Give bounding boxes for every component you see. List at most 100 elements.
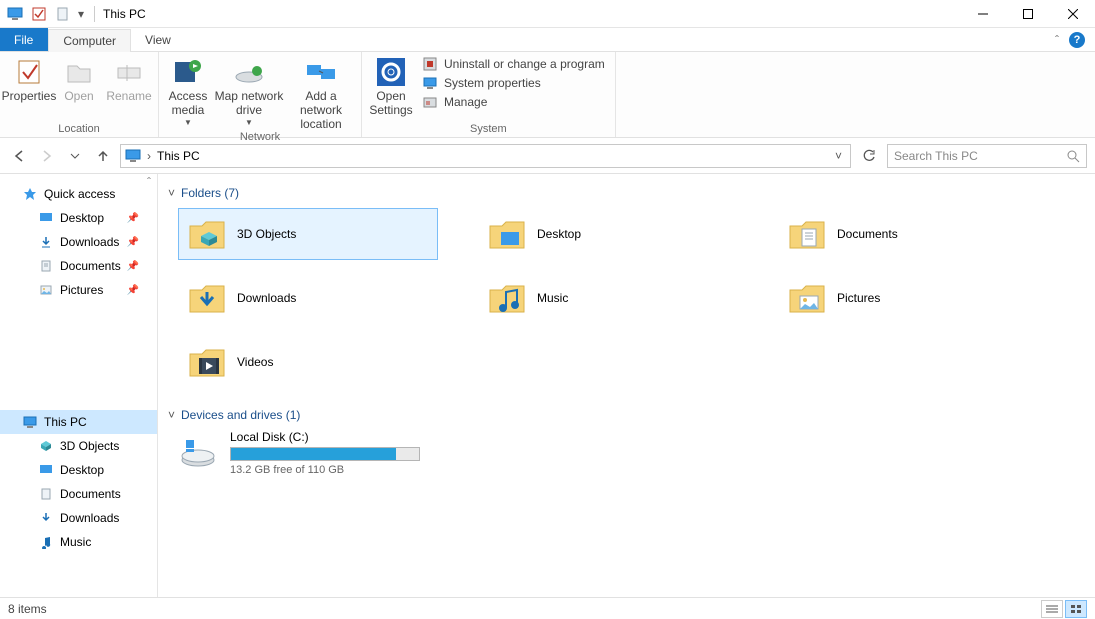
- pin-icon: 📌: [127, 285, 139, 296]
- pin-icon: 📌: [127, 213, 139, 224]
- help-icon[interactable]: ?: [1069, 32, 1085, 48]
- folder-cube-icon: [187, 214, 227, 254]
- chevron-down-icon: ˅: [168, 408, 175, 422]
- address-bar[interactable]: › This PC ˅: [120, 144, 851, 168]
- sidebar-item-3d-objects[interactable]: 3D Objects: [0, 434, 157, 458]
- uninstall-button[interactable]: Uninstall or change a program: [422, 56, 605, 72]
- ribbon-group-network: Access media▼ Map network drive▼ Add a n…: [159, 52, 362, 137]
- breadcrumb-separator[interactable]: ›: [147, 149, 151, 163]
- search-box[interactable]: [887, 144, 1087, 168]
- documents-icon: [38, 486, 54, 502]
- view-details-button[interactable]: [1041, 600, 1063, 618]
- pc-icon: [6, 5, 24, 23]
- media-icon: [172, 56, 204, 88]
- downloads-icon: [38, 510, 54, 526]
- open-settings-button[interactable]: Open Settings: [366, 54, 416, 118]
- group-header-folders[interactable]: ˅ Folders (7): [168, 186, 1085, 200]
- address-dropdown-icon[interactable]: ˅: [831, 149, 846, 163]
- folder-documents-icon: [787, 214, 827, 254]
- drive-icon: [178, 430, 218, 470]
- desktop-icon: [38, 210, 54, 226]
- navigation-row: › This PC ˅: [0, 138, 1095, 174]
- pc-icon: [22, 414, 38, 430]
- tab-file[interactable]: File: [0, 28, 48, 51]
- up-button[interactable]: [92, 145, 114, 167]
- sidebar-this-pc[interactable]: This PC: [0, 410, 157, 434]
- folder-pictures[interactable]: Pictures: [778, 272, 1038, 324]
- folder-3d-objects[interactable]: 3D Objects: [178, 208, 438, 260]
- ribbon-group-location: Properties Open Rename Location: [0, 52, 159, 137]
- access-media-button[interactable]: Access media▼: [163, 54, 213, 127]
- rename-button: Rename: [104, 54, 154, 104]
- sidebar-item-pictures[interactable]: Pictures📌: [0, 278, 157, 302]
- tab-computer[interactable]: Computer: [48, 29, 131, 52]
- music-icon: [38, 534, 54, 550]
- chevron-down-icon: ˅: [168, 186, 175, 200]
- pictures-icon: [38, 282, 54, 298]
- qat-new-icon[interactable]: [54, 5, 72, 23]
- map-drive-button[interactable]: Map network drive▼: [213, 54, 285, 127]
- map-drive-icon: [233, 56, 265, 88]
- sidebar-item-documents-pc[interactable]: Documents: [0, 482, 157, 506]
- desktop-icon: [38, 462, 54, 478]
- view-icons-button[interactable]: [1065, 600, 1087, 618]
- folder-desktop[interactable]: Desktop: [478, 208, 738, 260]
- manage-button[interactable]: Manage: [422, 94, 605, 110]
- ribbon-group-system: Open Settings Uninstall or change a prog…: [362, 52, 616, 137]
- tab-view[interactable]: View: [131, 28, 186, 51]
- sidebar-item-desktop-pc[interactable]: Desktop: [0, 458, 157, 482]
- open-icon: [63, 56, 95, 88]
- title-separator: [94, 6, 95, 22]
- properties-icon: [13, 56, 45, 88]
- breadcrumb-location[interactable]: This PC: [157, 149, 200, 163]
- drive-usage-bar: [230, 447, 420, 461]
- documents-icon: [38, 258, 54, 274]
- pin-icon: 📌: [127, 237, 139, 248]
- sidebar-item-documents[interactable]: Documents📌: [0, 254, 157, 278]
- sidebar-item-desktop[interactable]: Desktop📌: [0, 206, 157, 230]
- search-input[interactable]: [894, 149, 1066, 163]
- open-button: Open: [54, 54, 104, 104]
- downloads-icon: [38, 234, 54, 250]
- search-icon: [1066, 149, 1080, 163]
- settings-gear-icon: [375, 56, 407, 88]
- sidebar-item-music-pc[interactable]: Music: [0, 530, 157, 554]
- drive-local-disk-c[interactable]: Local Disk (C:) 13.2 GB free of 110 GB: [178, 430, 438, 476]
- forward-button: [36, 145, 58, 167]
- minimize-button[interactable]: [960, 0, 1005, 28]
- folder-downloads[interactable]: Downloads: [178, 272, 438, 324]
- qat-dropdown-icon[interactable]: ▾: [78, 7, 84, 21]
- manage-icon: [422, 94, 438, 110]
- star-icon: [22, 186, 38, 202]
- drive-free-text: 13.2 GB free of 110 GB: [230, 464, 438, 476]
- sidebar-item-downloads-pc[interactable]: Downloads: [0, 506, 157, 530]
- group-header-drives[interactable]: ˅ Devices and drives (1): [168, 408, 1085, 422]
- uninstall-icon: [422, 56, 438, 72]
- system-props-icon: [422, 75, 438, 91]
- properties-button[interactable]: Properties: [4, 54, 54, 104]
- refresh-button[interactable]: [857, 144, 881, 168]
- content-pane[interactable]: ˅ Folders (7) 3D Objects Desktop Documen…: [158, 174, 1095, 597]
- rename-icon: [113, 56, 145, 88]
- ribbon-collapse-icon[interactable]: ˆ: [1055, 33, 1059, 47]
- folder-music[interactable]: Music: [478, 272, 738, 324]
- window-title: This PC: [99, 7, 146, 21]
- navigation-pane[interactable]: ˆ Quick access Desktop📌 Downloads📌 Docum…: [0, 174, 158, 597]
- titlebar: ▾ This PC: [0, 0, 1095, 28]
- back-button[interactable]: [8, 145, 30, 167]
- folder-videos[interactable]: Videos: [178, 336, 438, 388]
- sidebar-quick-access[interactable]: Quick access: [0, 182, 157, 206]
- system-properties-button[interactable]: System properties: [422, 75, 605, 91]
- add-location-button[interactable]: Add a network location: [285, 54, 357, 131]
- folder-documents[interactable]: Documents: [778, 208, 1038, 260]
- folder-pictures-icon: [787, 278, 827, 318]
- qat-properties-icon[interactable]: [30, 5, 48, 23]
- ribbon-tabs: File Computer View ˆ ?: [0, 28, 1095, 52]
- recent-locations-button[interactable]: [64, 145, 86, 167]
- sidebar-item-downloads[interactable]: Downloads📌: [0, 230, 157, 254]
- close-button[interactable]: [1050, 0, 1095, 28]
- folder-downloads-icon: [187, 278, 227, 318]
- pc-icon: [125, 148, 141, 164]
- maximize-button[interactable]: [1005, 0, 1050, 28]
- ribbon: Properties Open Rename Location Access m…: [0, 52, 1095, 138]
